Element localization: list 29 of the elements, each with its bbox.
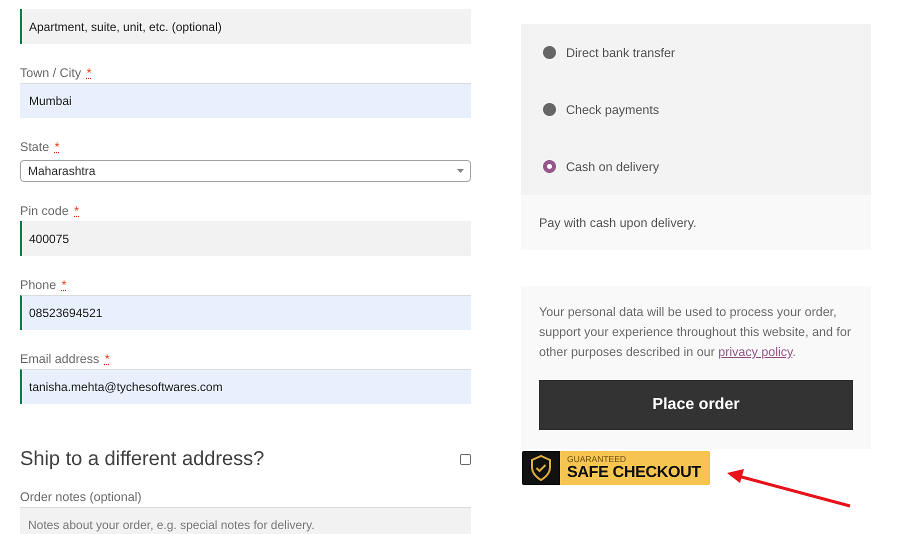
notes-field[interactable]: Notes about your order, e.g. special notes for delivery. — [20, 507, 471, 534]
input-field[interactable]: Mumbai — [20, 83, 471, 118]
field-label: Email address * — [20, 351, 110, 368]
field-label: Phone * — [20, 277, 67, 294]
radio-button[interactable] — [543, 160, 556, 173]
badge-caption: GUARANTEED — [567, 455, 628, 464]
shield-check-icon — [530, 455, 552, 481]
payment-option-label[interactable]: Cash on delivery — [566, 160, 660, 174]
payment-description: Pay with cash upon delivery. — [521, 195, 871, 250]
field-label: Order notes (optional) — [20, 489, 142, 506]
privacy-link[interactable]: privacy policy — [718, 345, 792, 359]
input-field[interactable]: Apartment, suite, unit, etc. (optional) — [20, 9, 471, 44]
input-field[interactable]: 400075 — [20, 221, 471, 256]
radio-button[interactable] — [543, 46, 556, 59]
field-label: Pin code * — [20, 203, 80, 220]
checkbox[interactable] — [460, 454, 471, 464]
input-field[interactable]: tanisha.mehta@tychesoftwares.com — [20, 369, 471, 404]
input-field[interactable]: 08523694521 — [20, 295, 471, 330]
payment-option-label[interactable]: Check payments — [566, 102, 660, 116]
field-label: State * — [20, 139, 60, 156]
place-order-button[interactable]: Place order — [539, 380, 853, 430]
payment-option-label[interactable]: Direct bank transfer — [566, 46, 676, 60]
privacy-text: Your personal data will be used to process your order, support your experience throughout this website, and for other purposes described in our privacy policy. — [539, 304, 852, 361]
section-heading: Ship to a different address? — [20, 448, 264, 470]
state-select[interactable]: Maharashtra — [20, 160, 471, 182]
radio-button[interactable] — [543, 103, 556, 116]
caret-icon — [457, 169, 464, 173]
field-label: Town / City * — [20, 65, 92, 82]
badge-title: SAFE CHECKOUT — [567, 464, 702, 481]
